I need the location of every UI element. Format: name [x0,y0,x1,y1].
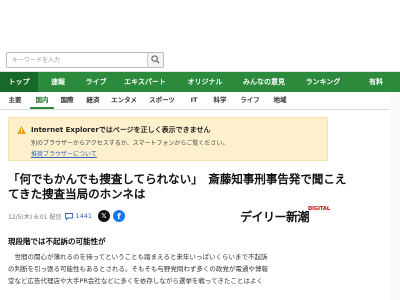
right-rail [390,92,400,300]
headline-line-1: 「何でもかんでも捜査してられない」 斎藤知事刑事告発で聞こえ [8,172,347,186]
share-facebook-button[interactable]: f [113,210,125,222]
x-logo-icon: 𝕏 [101,212,107,220]
source-logo-sub: DIGITAL [308,206,331,212]
nav-item-expert[interactable]: エキスパート [114,72,176,92]
comment-icon [65,212,74,220]
warning-icon [17,126,26,134]
body-line: の判断を引っ張る可能性もあるとされる。そもそも与野党問わず多くの政党が電通や博報 [8,265,268,273]
tab-entertainment[interactable]: エンタメ [106,92,142,109]
article-headline: 「何でもかんでも捜査してられない」 斎藤知事刑事告発で聞こえ てきた捜査当局のホ… [8,172,400,202]
sub-nav: 主要 国内 国際 経済 エンタメ スポーツ IT 科学 ライフ 地域 [0,92,400,110]
tab-sports[interactable]: スポーツ [142,92,182,109]
share-x-button[interactable]: 𝕏 [98,210,110,222]
comment-count-link[interactable]: 1441 [65,212,92,220]
source-logo[interactable]: デイリー新潮 DIGITAL [240,206,340,224]
nav-item-original[interactable]: オリジナル [176,72,234,92]
search-icon [151,55,160,64]
publish-date: 12/5(木) 6:01 配信 [8,213,62,221]
ie-warning-title: Internet Explorerではページを正しく表示できません [31,126,211,134]
article-body: 世間の関心が薄れるのを待ってということも踏まえると来年いっぱいくらいまで不起訴 … [8,251,400,287]
body-line: 堂など広告代理店や大手PR会社などに多くを依存しながら選挙を戦ってきたことはよく [8,277,263,285]
ie-warning-banner: Internet Explorerではページを正しく表示できません 別のブラウザ… [8,117,328,161]
ie-warning-desc: 別のブラウザーからアクセスするか、スマートフォンからご覧ください。 [31,140,229,147]
article-meta: 12/5(木) 6:01 配信 1441 [8,210,92,222]
headline-line-2: てきた捜査当局のホンネは [8,187,146,201]
section-title: 現段階では不起訴の可能性が [8,237,106,246]
source-logo-text: デイリー新潮 [240,210,310,224]
facebook-icon: f [117,212,121,221]
recommended-browser-link[interactable]: 推奨ブラウザーについて [31,149,97,158]
tab-economy[interactable]: 経済 [80,92,106,109]
search-input[interactable]: キーワードを入力 [12,55,60,64]
nav-item-paid[interactable]: 有料 [352,72,400,92]
search-button[interactable] [147,53,163,67]
nav-item-breaking[interactable]: 速報 [38,72,78,92]
nav-item-top[interactable]: トップ [0,72,38,92]
body-line: 世間の関心が薄れるのを待ってということも踏まえると来年いっぱいくらいまで不起訴 [8,253,268,261]
comment-count: 1441 [75,212,92,220]
tab-domestic[interactable]: 国内 [30,92,54,109]
nav-item-live[interactable]: ライブ [78,72,114,92]
tab-it[interactable]: IT [182,92,206,109]
page-top-area [0,0,400,48]
category-nav: トップ 速報 ライブ エキスパート オリジナル みんなの意見 ランキング 有料 [0,72,400,92]
nav-item-ranking[interactable]: ランキング [294,72,352,92]
tab-science[interactable]: 科学 [206,92,234,109]
tab-life[interactable]: ライフ [234,92,266,109]
tab-international[interactable]: 国際 [54,92,80,109]
tab-local[interactable]: 地域 [266,92,294,109]
nav-item-opinions[interactable]: みんなの意見 [234,72,294,92]
tab-main[interactable]: 主要 [0,92,30,109]
search-box[interactable]: キーワードを入力 [6,52,164,68]
